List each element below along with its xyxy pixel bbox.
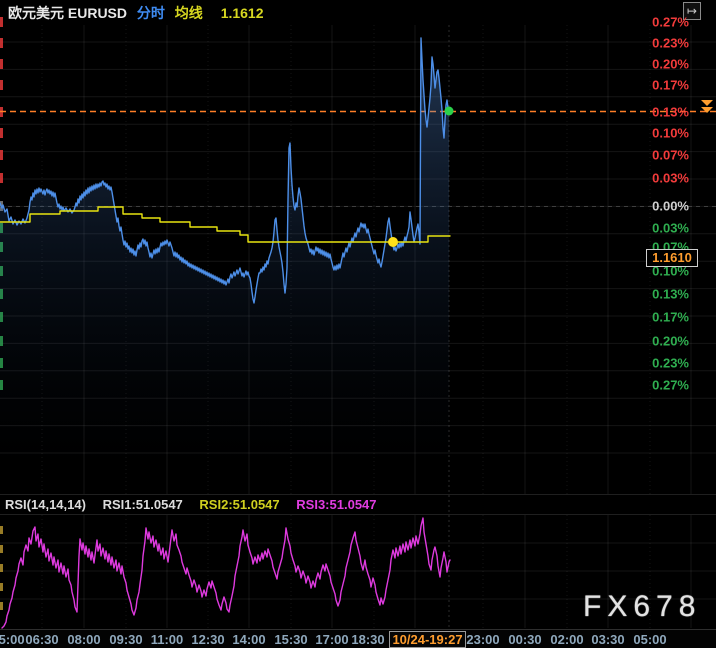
- chart-header: 欧元美元 EURUSD 分时 均线 1.1612: [8, 3, 270, 21]
- rsi-indicator-header: RSI(14,14,14) RSI1:51.0547 RSI2:51.0547 …: [5, 497, 390, 512]
- right-axis-label: 0.03%: [652, 171, 689, 186]
- time-tick-label: 11:00: [151, 632, 184, 647]
- instrument-title: 欧元美元 EURUSD: [8, 5, 127, 21]
- time-tick-label: 09:30: [109, 632, 142, 647]
- right-axis-label: 0.17%: [652, 78, 689, 93]
- time-tick-label: 03:30: [591, 632, 624, 647]
- time-tick-label: 15:30: [274, 632, 307, 647]
- time-tick-label: 08:00: [67, 632, 100, 647]
- rsi2-value: RSI2:51.0547: [199, 497, 279, 512]
- time-tick-label: 05:00: [0, 632, 25, 647]
- time-axis: 10/24-19:27 05:0006:3008:0009:3011:0012:…: [0, 629, 716, 648]
- right-axis-label: 0.23%: [652, 356, 689, 371]
- chart-canvas[interactable]: [0, 0, 716, 648]
- time-tick-label: 02:00: [550, 632, 583, 647]
- ma-highlight-dot: [388, 237, 398, 247]
- right-axis-label: 0.17%: [652, 310, 689, 325]
- rsi-line: [2, 518, 450, 628]
- right-axis-label: 0.20%: [652, 334, 689, 349]
- trading-chart-app: 欧元美元 EURUSD 分时 均线 1.1612 ↦ 0.27%0.23%0.2…: [0, 0, 716, 648]
- right-axis-label: 0.13%: [652, 287, 689, 302]
- last-price-badge: 1.1610: [646, 249, 698, 267]
- time-tick-label: 14:00: [232, 632, 265, 647]
- right-axis-label: 0.20%: [652, 57, 689, 72]
- timeframe-label: 分时: [137, 5, 165, 21]
- current-time-badge: 10/24-19:27: [389, 631, 466, 648]
- rsi-params-label: RSI(14,14,14): [5, 497, 86, 512]
- ma-legend-label: 均线: [175, 5, 203, 21]
- right-axis-label: 0.23%: [652, 36, 689, 51]
- rsi3-value: RSI3:51.0547: [296, 497, 376, 512]
- axis-marker-triangle-icon: [701, 100, 713, 106]
- time-tick-label: 23:00: [466, 632, 499, 647]
- right-axis-label: 0.13%: [652, 105, 689, 120]
- time-tick-label: 17:00: [315, 632, 348, 647]
- time-tick-label: 06:30: [25, 632, 58, 647]
- right-axis-label: 0.07%: [652, 148, 689, 163]
- time-tick-label: 05:00: [633, 632, 666, 647]
- time-tick-label: 18:30: [351, 632, 384, 647]
- right-axis-label: 0.27%: [652, 15, 689, 30]
- current-price-dot: [445, 107, 454, 116]
- last-price-value: 1.1612: [221, 5, 264, 21]
- rsi1-value: RSI1:51.0547: [103, 497, 183, 512]
- time-tick-label: 12:30: [191, 632, 224, 647]
- right-axis-label: 0.00%: [652, 199, 689, 214]
- right-axis-label: 0.10%: [652, 126, 689, 141]
- time-tick-label: 00:30: [508, 632, 541, 647]
- right-axis-label: 0.03%: [652, 221, 689, 236]
- fx678-watermark: FX678: [583, 590, 701, 624]
- right-axis-label: 0.27%: [652, 378, 689, 393]
- axis-marker-triangle-icon: [701, 107, 713, 113]
